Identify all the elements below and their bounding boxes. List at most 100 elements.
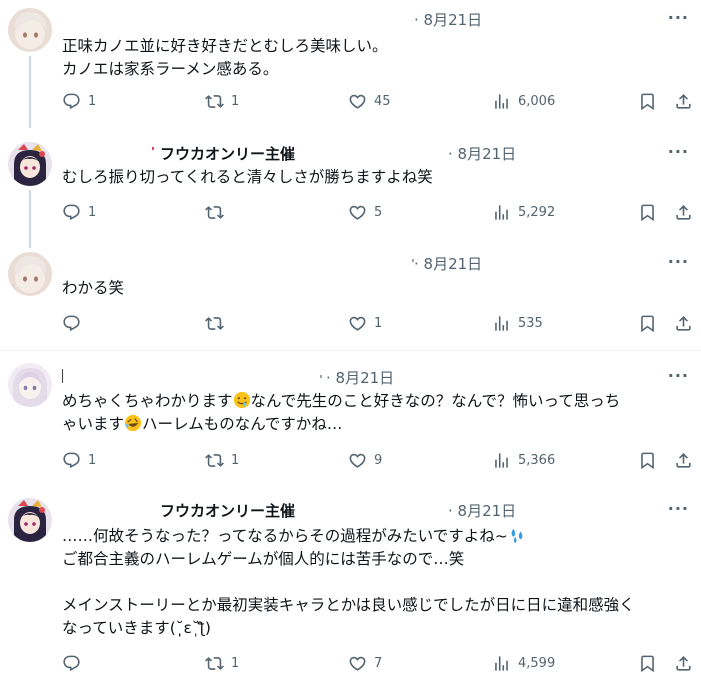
share-button[interactable] bbox=[674, 92, 693, 111]
like-count: 45 bbox=[374, 94, 391, 109]
like-button[interactable]: 5 bbox=[348, 203, 382, 222]
tweet-text-part: めちゃくちゃわかります bbox=[62, 392, 233, 410]
share-icon bbox=[674, 451, 693, 470]
reply-button[interactable]: 1 bbox=[62, 451, 96, 470]
action-bar: 1 535 bbox=[62, 314, 687, 336]
bookmark-button[interactable] bbox=[638, 203, 657, 222]
action-bar: 1 1 9 5,366 bbox=[62, 451, 687, 473]
share-icon bbox=[674, 92, 693, 111]
tweet-header: フウカオンリー主催 · 8月21日 bbox=[62, 500, 689, 522]
share-button[interactable] bbox=[674, 451, 693, 470]
views-button[interactable]: 6,006 bbox=[492, 92, 555, 111]
heart-icon bbox=[348, 451, 367, 470]
tweet-header: フウカオンリー主催 · 8月21日 bbox=[62, 143, 689, 165]
avatar[interactable] bbox=[8, 8, 52, 52]
tweet-5[interactable]: フウカオンリー主催 · 8月21日 ··· ……何故そうなった？ってなるからその… bbox=[0, 486, 701, 683]
retweet-icon bbox=[205, 654, 224, 673]
timestamp[interactable]: · 8月21日 bbox=[326, 367, 394, 388]
tweet-text: むしろ振り切ってくれると清々しさが勝ちますよね笑 bbox=[62, 168, 433, 186]
views-button[interactable]: 5,292 bbox=[492, 203, 555, 222]
redacted-mark bbox=[152, 147, 154, 150]
view-count: 535 bbox=[518, 316, 543, 331]
reply-count: 1 bbox=[88, 453, 97, 468]
reply-button[interactable]: 1 bbox=[62, 203, 96, 222]
like-count: 1 bbox=[374, 316, 383, 331]
reply-icon bbox=[62, 314, 81, 333]
tweet-4[interactable]: · 8月21日 ··· めちゃくちゃわかります なんで先生のこと好きなの？なんで？… bbox=[0, 351, 701, 486]
bookmark-button[interactable] bbox=[638, 314, 657, 333]
tweet-text: わかる笑 bbox=[62, 279, 125, 297]
heart-icon bbox=[348, 654, 367, 673]
like-button[interactable]: 1 bbox=[348, 314, 382, 333]
heart-icon bbox=[348, 314, 367, 333]
reply-button[interactable] bbox=[62, 314, 88, 333]
retweet-button[interactable] bbox=[205, 203, 231, 222]
bookmark-button[interactable] bbox=[638, 92, 657, 111]
share-button[interactable] bbox=[674, 314, 693, 333]
bookmark-button[interactable] bbox=[638, 654, 657, 673]
avatar[interactable] bbox=[8, 498, 52, 542]
display-name[interactable]: フウカオンリー主催 bbox=[160, 143, 295, 164]
bookmark-icon bbox=[638, 203, 657, 222]
more-options-icon[interactable]: ··· bbox=[668, 499, 689, 518]
views-button[interactable]: 5,366 bbox=[492, 451, 555, 470]
retweet-icon bbox=[205, 314, 224, 333]
retweet-button[interactable]: 1 bbox=[205, 654, 239, 673]
retweet-button[interactable]: 1 bbox=[205, 92, 239, 111]
like-button[interactable]: 9 bbox=[348, 451, 382, 470]
share-button[interactable] bbox=[674, 654, 693, 673]
retweet-button[interactable]: 1 bbox=[205, 451, 239, 470]
view-count: 5,366 bbox=[518, 453, 556, 468]
timestamp[interactable]: · 8月21日 bbox=[448, 500, 516, 521]
retweet-count: 1 bbox=[231, 656, 240, 671]
more-options-icon[interactable]: ··· bbox=[668, 366, 689, 385]
bookmark-button[interactable] bbox=[638, 451, 657, 470]
bookmark-icon bbox=[638, 92, 657, 111]
share-icon bbox=[674, 203, 693, 222]
reply-button[interactable]: 1 bbox=[62, 92, 96, 111]
reply-icon bbox=[62, 654, 81, 673]
reply-button[interactable] bbox=[62, 654, 88, 673]
like-button[interactable]: 45 bbox=[348, 92, 391, 111]
tweet-text-part: なっていきます(˘̩̩̩ε˘̩ƪ) bbox=[62, 619, 211, 637]
views-button[interactable]: 4,599 bbox=[492, 654, 555, 673]
display-name[interactable]: フウカオンリー主催 bbox=[160, 500, 295, 521]
heart-icon bbox=[348, 92, 367, 111]
tweet-text-part: メインストーリーとか最初実装キャラとかは良い感じでしたが日に日に違和感強く bbox=[62, 596, 635, 614]
retweet-count: 1 bbox=[231, 94, 240, 109]
reply-icon bbox=[62, 451, 81, 470]
view-count: 4,599 bbox=[518, 656, 556, 671]
bookmark-icon bbox=[638, 314, 657, 333]
timestamp[interactable]: · 8月21日 bbox=[414, 253, 482, 274]
like-count: 7 bbox=[374, 656, 383, 671]
tweet-text-part: ハーレムものなんですかね… bbox=[142, 415, 343, 433]
tweet-3[interactable]: · 8月21日 ··· わかる笑 1 535 bbox=[0, 232, 701, 348]
tweet-header: · 8月21日 bbox=[62, 253, 689, 275]
more-options-icon[interactable]: ··· bbox=[668, 8, 689, 27]
share-button[interactable] bbox=[674, 203, 693, 222]
rofl-face-icon bbox=[124, 414, 142, 432]
tweet-text-part: ゃいます bbox=[62, 415, 125, 433]
like-count: 9 bbox=[374, 453, 383, 468]
tweet-1[interactable]: · 8月21日 ··· 正味カノエ並に好き好きだとむしろ美味しい。 カノエは家系… bbox=[0, 0, 701, 122]
more-options-icon[interactable]: ··· bbox=[668, 252, 689, 271]
reply-count: 1 bbox=[88, 94, 97, 109]
avatar[interactable] bbox=[8, 252, 52, 296]
views-button[interactable]: 535 bbox=[492, 314, 543, 333]
avatar[interactable] bbox=[8, 363, 52, 407]
views-icon bbox=[492, 92, 511, 111]
avatar[interactable] bbox=[8, 142, 52, 186]
more-options-icon[interactable]: ··· bbox=[668, 142, 689, 161]
bookmark-icon bbox=[638, 451, 657, 470]
tweet-2[interactable]: フウカオンリー主催 · 8月21日 ··· むしろ振り切ってくれると清々しさが勝… bbox=[0, 122, 701, 232]
retweet-icon bbox=[205, 203, 224, 222]
timestamp[interactable]: · 8月21日 bbox=[448, 143, 516, 164]
timestamp[interactable]: · 8月21日 bbox=[414, 9, 482, 30]
views-icon bbox=[492, 314, 511, 333]
reply-icon bbox=[62, 203, 81, 222]
retweet-icon bbox=[205, 451, 224, 470]
retweet-button[interactable] bbox=[205, 314, 231, 333]
like-button[interactable]: 7 bbox=[348, 654, 382, 673]
thread-line bbox=[29, 56, 31, 122]
share-icon bbox=[674, 314, 693, 333]
